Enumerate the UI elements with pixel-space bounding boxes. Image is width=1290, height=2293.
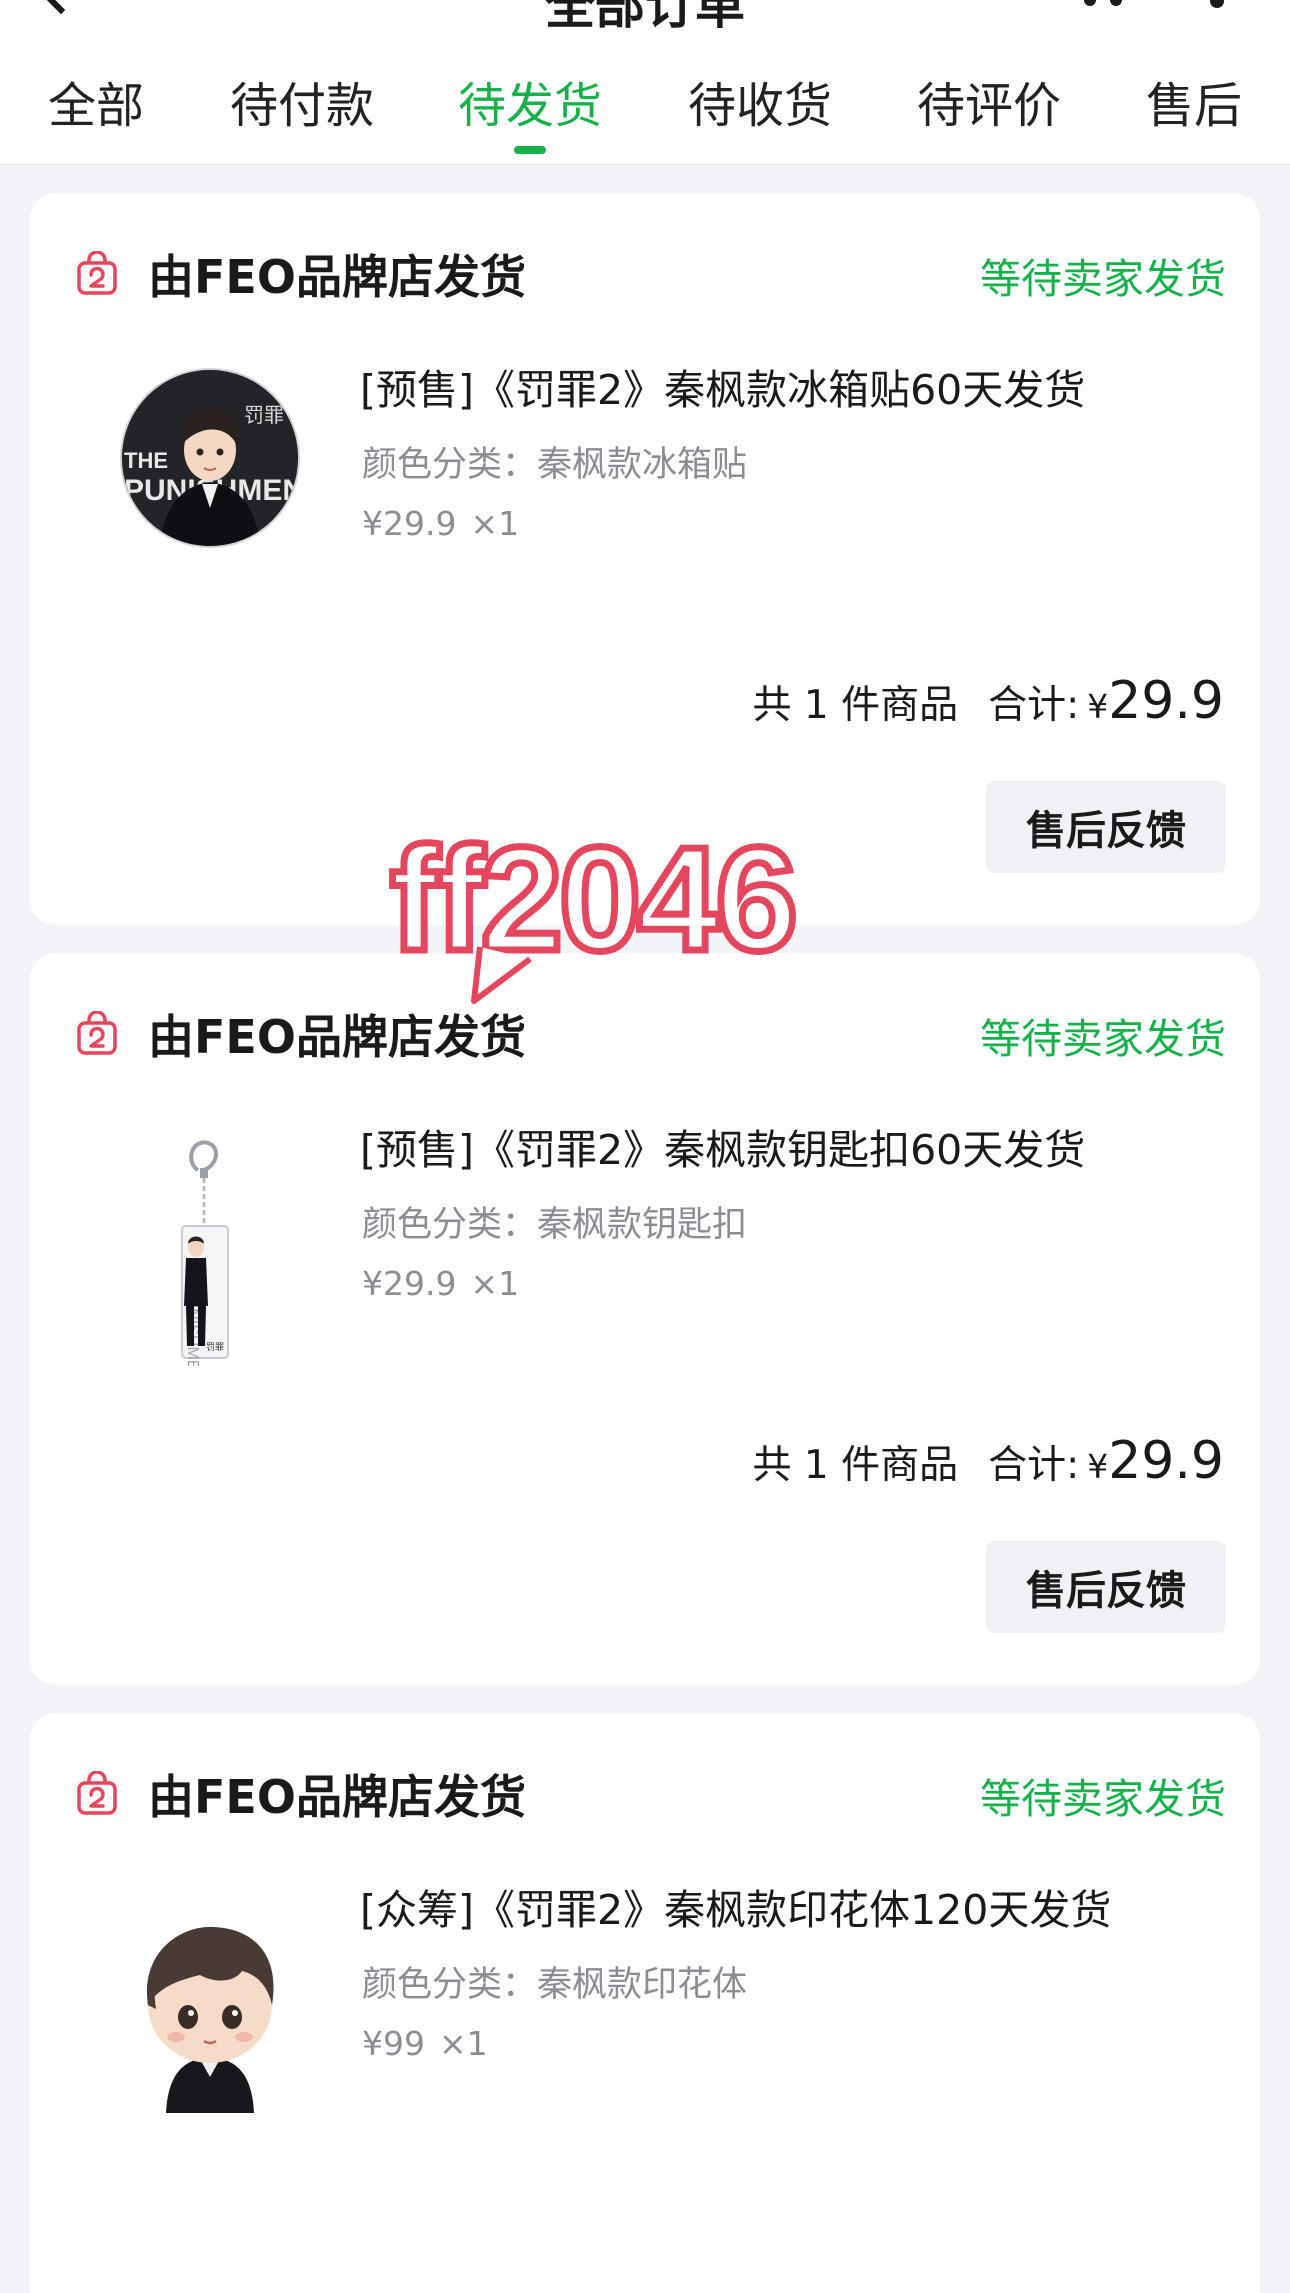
unit-price: ¥29.9 <box>362 504 457 543</box>
total-label: 合计: <box>988 1443 1080 1488</box>
order-card[interactable]: 由FEO品牌店发货 等待卖家发货 [众筹]《罚罪2》秦枫款印花体120天发货 颜… <box>30 1713 1260 2293</box>
product-image-keychain[interactable]: PUNISHMENT 罚罪 <box>160 1136 270 1366</box>
unit-price: ¥29.9 <box>362 1264 457 1303</box>
order-card[interactable]: 由FEO品牌店发货 等待卖家发货 PUNISHMENT 罚罪 [预售]《罚罪2》… <box>30 953 1260 1685</box>
tab-after-sales[interactable]: 售后 <box>1146 70 1242 142</box>
order-status: 等待卖家发货 <box>980 255 1226 303</box>
total-label: 合计: <box>988 683 1080 728</box>
order-summary: 共 1 件商品 合计: ¥29.9 <box>752 671 1224 731</box>
after-sales-feedback-button[interactable]: 售后反馈 <box>986 781 1226 873</box>
product-image-chibi-print[interactable] <box>130 1913 290 2113</box>
product-variant: 颜色分类：秦枫款冰箱贴 <box>362 445 748 485</box>
shopping-bag-icon <box>77 1011 117 1055</box>
item-count: 共 1 件商品 <box>752 683 959 728</box>
product-image-fridge-magnet[interactable]: THE PUNISHMENT 罚罪 <box>110 358 310 558</box>
svg-text:罚罪: 罚罪 <box>244 403 284 427</box>
currency-symbol: ¥ <box>1087 687 1109 726</box>
unit-price: ¥99 <box>362 2024 425 2063</box>
product-title[interactable]: [众筹]《罚罪2》秦枫款印花体120天发货 <box>360 1876 1111 1936</box>
more-dots-icon[interactable] <box>1084 0 1124 8</box>
order-status: 等待卖家发货 <box>980 1775 1226 1823</box>
store-name[interactable]: 由FEO品牌店发货 <box>148 241 526 307</box>
total-amount: 29.9 <box>1108 671 1224 731</box>
order-status: 等待卖家发货 <box>980 1015 1226 1063</box>
product-price: ¥29.9 ×1 <box>362 1264 519 1303</box>
order-summary: 共 1 件商品 合计: ¥29.9 <box>752 1431 1224 1491</box>
product-price: ¥29.9 ×1 <box>362 504 519 543</box>
product-title[interactable]: [预售]《罚罪2》秦枫款冰箱贴60天发货 <box>360 356 1085 416</box>
store-name[interactable]: 由FEO品牌店发货 <box>148 1001 526 1067</box>
tab-pending-review[interactable]: 待评价 <box>917 70 1061 142</box>
item-count: 共 1 件商品 <box>752 1443 959 1488</box>
order-tabs: 全部 待付款 待发货 待收货 待评价 售后 <box>0 70 1290 165</box>
product-price: ¥99 ×1 <box>362 2024 488 2063</box>
tab-pending-shipment[interactable]: 待发货 <box>458 70 602 142</box>
quantity: ×1 <box>470 1264 520 1303</box>
shopping-bag-icon <box>77 1771 117 1815</box>
svg-text:THE: THE <box>124 448 168 473</box>
top-bar: 全部订单 全部 待付款 待发货 待收货 待评价 售后 <box>0 0 1290 165</box>
shopping-bag-icon <box>77 251 117 295</box>
after-sales-feedback-button[interactable]: 售后反馈 <box>986 1541 1226 1633</box>
quantity: ×1 <box>470 504 520 543</box>
store-name[interactable]: 由FEO品牌店发货 <box>148 1761 526 1827</box>
tab-pending-receipt[interactable]: 待收货 <box>688 70 832 142</box>
total-amount: 29.9 <box>1108 1431 1224 1491</box>
quantity: ×1 <box>439 2024 488 2063</box>
svg-text:罚罪: 罚罪 <box>206 1342 224 1353</box>
product-variant: 颜色分类：秦枫款印花体 <box>362 1965 748 2005</box>
tab-pending-payment[interactable]: 待付款 <box>230 70 374 142</box>
product-title[interactable]: [预售]《罚罪2》秦枫款钥匙扣60天发货 <box>360 1116 1085 1176</box>
order-card[interactable]: 由FEO品牌店发货 等待卖家发货 THE PUNISHMENT 罚罪 [预售]《… <box>30 193 1260 925</box>
active-tab-indicator <box>514 146 546 154</box>
tab-all[interactable]: 全部 <box>48 70 144 142</box>
currency-symbol: ¥ <box>1087 1447 1109 1486</box>
product-variant: 颜色分类：秦枫款钥匙扣 <box>362 1205 748 1245</box>
